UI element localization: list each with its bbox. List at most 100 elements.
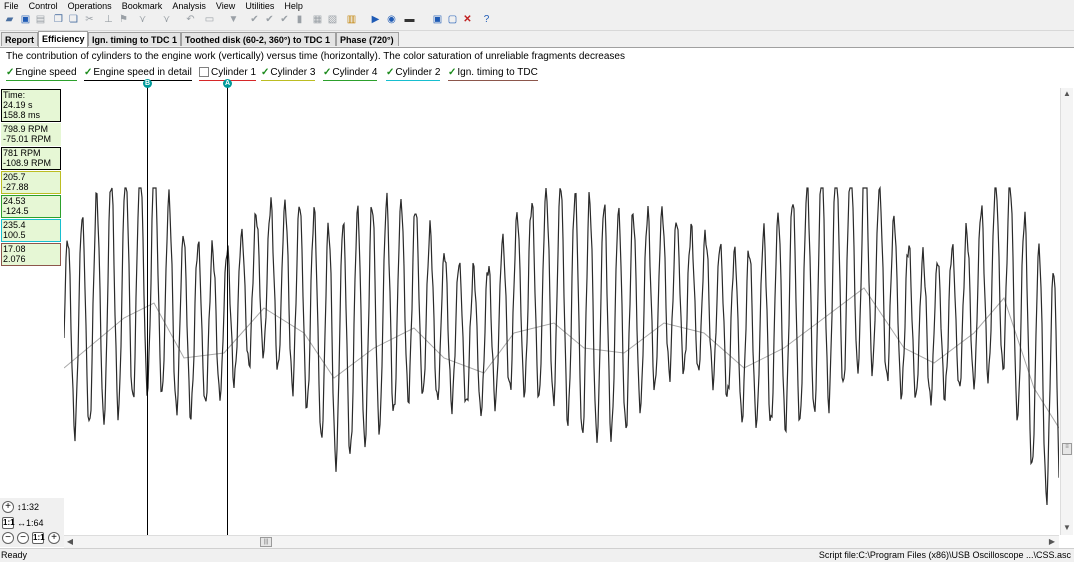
window-icon[interactable]: ▣ bbox=[431, 14, 444, 26]
tile-icon[interactable]: ▢ bbox=[446, 14, 459, 26]
waveform-svg bbox=[63, 185, 1060, 506]
vertical-scrollbar[interactable]: ▲ ≡ ▼ bbox=[1060, 88, 1073, 535]
cursor-marker-b-line[interactable] bbox=[147, 80, 148, 535]
checkbox-checked-icon[interactable]: ✓ bbox=[84, 67, 92, 78]
checkbox-checked-icon[interactable]: ✓ bbox=[323, 67, 331, 78]
scroll-up-icon[interactable]: ▲ bbox=[1062, 89, 1072, 99]
cursor-icon[interactable]: ⊥ bbox=[102, 14, 115, 26]
toolbar: ▰ ▣ ▤ ❐ ❏ ✂ ⊥ ⚑ ⋎ ⋎ ↶ ▭ ▼ ✔ ✔ ✔ ▮ ▦ ▧ ▥ … bbox=[0, 11, 1074, 31]
monitor-icon[interactable]: ▬ bbox=[403, 14, 416, 26]
horizontal-scale-label: ↔1:64 bbox=[17, 517, 44, 529]
readout-delta: -108.9 RPM bbox=[3, 158, 52, 168]
filter2-icon[interactable]: ⋎ bbox=[160, 14, 173, 26]
horizontal-arrow-icon: ↔ bbox=[17, 518, 26, 528]
status-bar: Ready Script file:C:\Program Files (x86)… bbox=[0, 548, 1074, 562]
tab-efficiency[interactable]: Efficiency bbox=[38, 31, 88, 47]
checkbox-checked-icon[interactable]: ✓ bbox=[6, 67, 14, 78]
script-file-path: Script file:C:\Program Files (x86)\USB O… bbox=[818, 550, 1071, 560]
frame-icon[interactable]: ▦ bbox=[311, 14, 324, 26]
frame2-icon[interactable]: ▧ bbox=[326, 14, 339, 26]
legend-label: Cylinder 2 bbox=[395, 67, 441, 78]
undo-icon[interactable]: ↶ bbox=[184, 14, 197, 26]
legend-cylinder-3[interactable]: ✓Cylinder 3 bbox=[261, 67, 316, 81]
checkbox-checked-icon[interactable]: ✓ bbox=[448, 67, 456, 78]
legend-engine-speed[interactable]: ✓Engine speed bbox=[6, 67, 77, 81]
save-icon[interactable]: ▣ bbox=[19, 14, 32, 26]
legend-cylinder-1[interactable]: Cylinder 1 bbox=[199, 67, 257, 81]
readout-engine-speed-detail: 781 RPM -108.9 RPM bbox=[1, 147, 61, 170]
readout-cylinder-4: 24.53 -124.5 bbox=[1, 195, 61, 218]
checkbox-checked-icon[interactable]: ✓ bbox=[261, 67, 269, 78]
check-icon[interactable]: ✔ bbox=[248, 14, 261, 26]
play-icon[interactable]: ▶ bbox=[369, 14, 382, 26]
close-icon[interactable]: ✕ bbox=[461, 14, 474, 26]
checkbox-checked-icon[interactable]: ✓ bbox=[386, 67, 394, 78]
vertical-scroll-thumb[interactable]: ≡ bbox=[1062, 443, 1072, 455]
scroll-right-icon[interactable]: ▶ bbox=[1047, 537, 1057, 547]
horizontal-scale-value: 1:64 bbox=[26, 518, 44, 528]
tab-toothed-disk[interactable]: Toothed disk (60-2, 360°) to TDC 1 bbox=[181, 32, 336, 46]
horizontal-scrollbar[interactable]: ◀ ||| ▶ bbox=[64, 535, 1059, 548]
tab-ign-timing[interactable]: Ign. timing to TDC 1 bbox=[88, 32, 181, 46]
readout-delta: 100.5 bbox=[3, 230, 26, 240]
vertical-scale-value: 1:32 bbox=[21, 502, 40, 512]
filter-icon[interactable]: ⋎ bbox=[136, 14, 149, 26]
zoom-in-horizontal-icon[interactable]: + bbox=[48, 532, 60, 544]
readout-delta: -124.5 bbox=[3, 206, 29, 216]
legend-engine-speed-detail[interactable]: ✓Engine speed in detail bbox=[84, 67, 192, 81]
flag-icon[interactable]: ⚑ bbox=[117, 14, 130, 26]
readout-cylinder-3: 205.7 -27.88 bbox=[1, 171, 61, 194]
legend-underline bbox=[386, 80, 441, 81]
reset-horizontal-zoom-button[interactable]: 1:1 bbox=[32, 532, 45, 544]
scroll-left-icon[interactable]: ◀ bbox=[65, 537, 75, 547]
readout-value: 205.7 bbox=[3, 172, 26, 182]
cursor-marker-a[interactable]: A bbox=[223, 79, 232, 88]
legend-ign-timing[interactable]: ✓Ign. timing to TDC bbox=[448, 67, 538, 81]
check3-icon[interactable]: ✔ bbox=[278, 14, 291, 26]
help-icon[interactable]: ? bbox=[480, 14, 493, 26]
legend-underline bbox=[448, 80, 538, 81]
paste-icon[interactable]: ❏ bbox=[67, 14, 80, 26]
legend-label: Cylinder 3 bbox=[270, 67, 316, 78]
status-text: Ready bbox=[1, 550, 28, 560]
cursor-marker-b[interactable]: B bbox=[143, 79, 152, 88]
legend-cylinder-4[interactable]: ✓Cylinder 4 bbox=[323, 67, 378, 81]
bookmark-icon[interactable]: ▼ bbox=[227, 14, 240, 26]
chart-icon[interactable]: ▥ bbox=[345, 14, 358, 26]
legend-underline bbox=[6, 80, 77, 81]
record-icon[interactable]: ◉ bbox=[385, 14, 398, 26]
legend-label: Cylinder 4 bbox=[332, 67, 378, 78]
readout-time: Time: 24.19 s 158.8 ms bbox=[1, 89, 61, 122]
zoom-panel: + ↕1:32 1:1 ↔1:64 − − 1:1 + bbox=[0, 498, 64, 547]
legend-underline bbox=[84, 80, 192, 81]
readout-delta: -27.88 bbox=[3, 182, 29, 192]
zoom-out-icon[interactable]: − bbox=[2, 532, 14, 544]
zoom-in-vertical-icon[interactable]: + bbox=[2, 501, 14, 513]
check2-icon[interactable]: ✔ bbox=[263, 14, 276, 26]
zoom-out-horizontal-icon[interactable]: − bbox=[17, 532, 29, 544]
tab-phase[interactable]: Phase (720°) bbox=[336, 32, 399, 46]
legend-label: Cylinder 1 bbox=[211, 67, 257, 78]
cursor-marker-a-line[interactable] bbox=[227, 80, 228, 535]
menu-bar: File Control Operations Bookmark Analysi… bbox=[0, 0, 1074, 11]
description: The contribution of cylinders to the eng… bbox=[6, 51, 625, 62]
trash-icon[interactable]: ▮ bbox=[293, 14, 306, 26]
readout-value: 235.4 bbox=[3, 220, 26, 230]
waveform-plot[interactable] bbox=[63, 88, 1060, 535]
open-icon[interactable]: ▰ bbox=[3, 14, 16, 26]
cut-icon[interactable]: ✂ bbox=[83, 14, 96, 26]
comment-icon[interactable]: ▭ bbox=[203, 14, 216, 26]
legend-label: Ign. timing to TDC bbox=[457, 67, 538, 78]
readout-value: 781 RPM bbox=[3, 148, 41, 158]
print-icon[interactable]: ▤ bbox=[34, 14, 47, 26]
horizontal-scroll-thumb[interactable]: ||| bbox=[260, 537, 272, 547]
readout-ign-timing: 17.08 2.076 bbox=[1, 243, 61, 266]
legend-cylinder-2[interactable]: ✓Cylinder 2 bbox=[386, 67, 441, 81]
tab-report[interactable]: Report bbox=[1, 32, 38, 46]
copy-icon[interactable]: ❐ bbox=[52, 14, 65, 26]
legend-underline bbox=[261, 80, 316, 81]
reset-vertical-zoom-button[interactable]: 1:1 bbox=[2, 517, 15, 529]
legend-label: Engine speed in detail bbox=[93, 67, 192, 78]
checkbox-empty-icon[interactable] bbox=[199, 67, 209, 78]
scroll-down-icon[interactable]: ▼ bbox=[1062, 523, 1072, 533]
